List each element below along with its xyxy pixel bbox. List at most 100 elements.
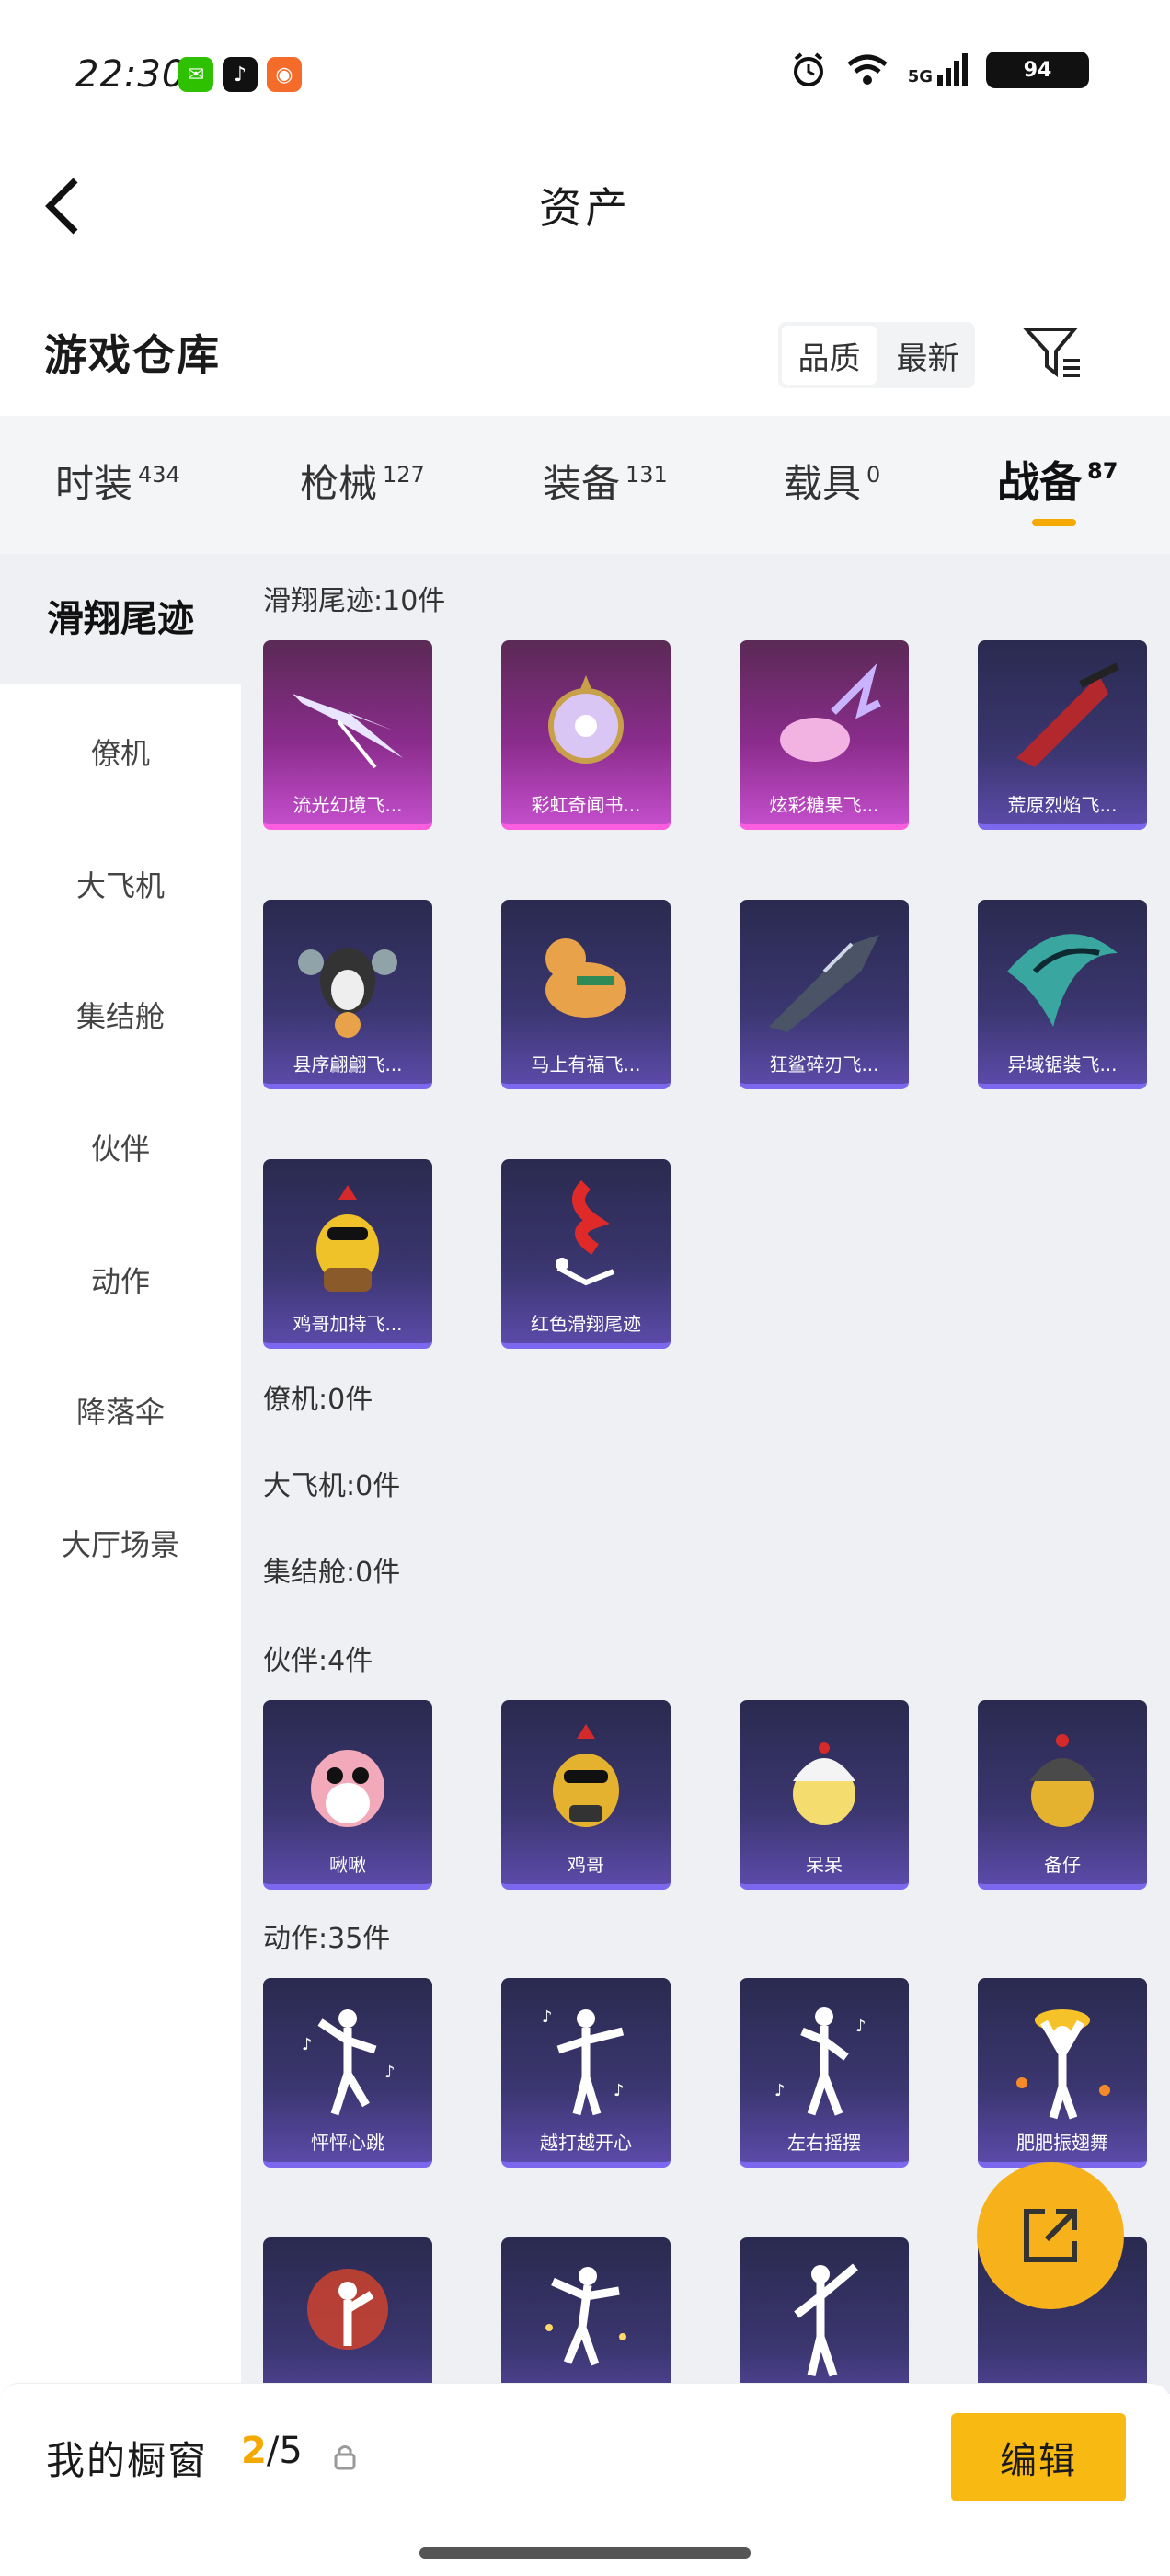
tab-battle-prep[interactable]: 战备 87	[997, 449, 1118, 510]
item-label: 彩虹奇闻书...	[531, 794, 641, 816]
tab-count: 0	[866, 462, 881, 488]
dancer-icon: ♪♪	[774, 2007, 866, 2116]
external-link-icon	[1024, 2209, 1077, 2262]
showcase-total: /5	[266, 2430, 303, 2472]
item-card[interactable]: ♪ ♪ 越打越开心	[501, 1978, 671, 2168]
item-card[interactable]: 彩虹奇闻书...	[501, 640, 671, 830]
group-title-glide: 滑翔尾迹:10件	[263, 585, 446, 617]
item-label: 鸡哥加持飞...	[292, 1313, 403, 1335]
item-card[interactable]: 鸡哥	[501, 1700, 671, 1890]
sidebar-item-plane[interactable]: 大飞机	[0, 863, 241, 905]
sidebar-item-wingman[interactable]: 僚机	[0, 730, 241, 773]
item-card[interactable]	[740, 2237, 909, 2394]
item-card[interactable]: 红色滑翔尾迹	[501, 1159, 671, 1349]
lock-icon	[334, 2445, 356, 2470]
tab-label: 装备	[543, 461, 621, 506]
home-indicator[interactable]	[419, 2547, 751, 2559]
sort-newest-button[interactable]: 最新	[880, 322, 975, 388]
item-label: 怦怦心跳	[311, 2132, 384, 2154]
sidebar-item-glide-trail[interactable]: 滑翔尾迹	[0, 554, 241, 684]
sidebar-item-lobby-scene[interactable]: 大厅场景	[0, 1522, 241, 1564]
page-title: 资产	[539, 183, 631, 233]
item-card[interactable]: 呆呆	[740, 1700, 909, 1890]
item-label: 马上有福飞...	[531, 1053, 641, 1075]
item-label: 红色滑翔尾迹	[531, 1313, 641, 1335]
showcase-label: 我的橱窗	[46, 2438, 209, 2483]
item-card[interactable]: ♪ ♪ 左右摇摆	[740, 1978, 909, 2168]
item-content: 滑翔尾迹:10件 流光幻境飞... 彩虹奇闻书... 炫彩糖果飞... 荒原烈焰…	[241, 554, 1170, 2394]
wechat-icon: ✉	[178, 57, 213, 92]
penguin-icon	[298, 948, 397, 1038]
item-card[interactable]	[263, 2237, 432, 2394]
candy-icon	[780, 662, 881, 762]
dancer-icon: ♪♪	[542, 2007, 625, 2116]
flame-dancer-icon	[307, 2269, 388, 2350]
filter-button[interactable]	[1022, 322, 1084, 383]
item-card[interactable]: 肥肥振翅舞	[978, 1978, 1147, 2168]
sidebar-item-partner[interactable]: 伙伴	[0, 1126, 241, 1168]
item-card[interactable]: 狂鲨碎刃飞...	[740, 900, 909, 1089]
item-label: 肥肥振翅舞	[1016, 2132, 1108, 2154]
filter-icon	[1022, 328, 1080, 378]
alarm-icon	[793, 52, 823, 86]
item-card[interactable]: 备仔	[978, 1700, 1147, 1890]
sidebar-item-parachute[interactable]: 降落伞	[0, 1389, 241, 1432]
svg-text:♪: ♪	[614, 2081, 625, 2100]
battery-indicator: 94	[986, 52, 1089, 88]
item-card[interactable]: 鸡哥加持飞...	[263, 1159, 432, 1349]
section-title: 游戏仓库	[44, 330, 221, 380]
chicken-icon	[316, 1185, 379, 1292]
alien-wing-icon	[1007, 934, 1118, 1027]
item-card[interactable]: ♪ ♪ 怦怦心跳	[263, 1978, 432, 2168]
chick-egg-icon	[793, 1742, 855, 1825]
blade-icon	[1016, 662, 1119, 767]
tab-guns[interactable]: 枪械 127	[300, 453, 425, 509]
sort-quality-button[interactable]: 品质	[782, 326, 877, 385]
item-card[interactable]: 流光幻境飞...	[263, 640, 432, 830]
item-card[interactable]: 异域锯装飞...	[978, 900, 1147, 1089]
item-label: 鸡哥	[568, 1854, 604, 1876]
share-fab-button[interactable]	[977, 2162, 1124, 2309]
chicken-sunglasses-icon	[553, 1724, 619, 1827]
svg-text:♪: ♪	[542, 2007, 553, 2027]
sort-toggle: 品质 最新	[778, 322, 975, 388]
item-card[interactable]: 荒原烈焰飞...	[978, 640, 1147, 830]
tab-label: 时装	[55, 461, 133, 506]
item-card[interactable]	[501, 2237, 671, 2394]
item-label: 异域锯装飞...	[1007, 1053, 1118, 1075]
tab-equipment[interactable]: 装备 131	[543, 453, 668, 509]
svg-text:♪: ♪	[855, 2017, 866, 2036]
item-card[interactable]: 马上有福飞...	[501, 900, 671, 1089]
edit-button[interactable]: 编辑	[951, 2413, 1126, 2501]
item-label: 左右摇摆	[787, 2132, 861, 2154]
signal-icon: 5G	[908, 53, 968, 86]
group-title-wingman: 僚机:0件	[263, 1384, 373, 1416]
tab-count: 87	[1087, 458, 1118, 484]
sidebar-item-emote[interactable]: 动作	[0, 1259, 241, 1301]
item-label: 荒原烈焰飞...	[1007, 794, 1118, 816]
bottom-bar: 我的橱窗 2/5 编辑	[0, 2383, 1170, 2576]
group-title-pod: 集结舱:0件	[263, 1557, 401, 1589]
svg-text:♪: ♪	[774, 2081, 786, 2100]
tab-fashion[interactable]: 时装 434	[55, 453, 180, 509]
tab-label: 载具	[784, 461, 862, 506]
sidebar: 滑翔尾迹 僚机 大飞机 集结舱 伙伴 动作 降落伞 大厅场景	[0, 554, 241, 2394]
item-card[interactable]: 炫彩糖果飞...	[740, 640, 909, 830]
item-label: 啾啾	[329, 1854, 366, 1876]
status-time: 22:30	[75, 53, 187, 96]
dancer-icon: ♪♪	[302, 2009, 396, 2116]
group-title-plane: 大飞机:0件	[263, 1470, 401, 1502]
tab-vehicles[interactable]: 载具 0	[784, 453, 880, 509]
active-tab-indicator	[1032, 519, 1076, 526]
item-label: 县序翩翩飞...	[292, 1053, 403, 1075]
sidebar-item-pod[interactable]: 集结舱	[0, 994, 241, 1036]
group-title-partner: 伙伴:4件	[263, 1645, 373, 1677]
svg-text:♪: ♪	[384, 2063, 396, 2082]
item-card[interactable]: 啾啾	[263, 1700, 432, 1890]
tab-count: 127	[383, 462, 425, 488]
horse-icon	[545, 938, 626, 1018]
item-card[interactable]: 县序翩翩飞...	[263, 900, 432, 1089]
item-label: 狂鲨碎刃飞...	[769, 1053, 879, 1075]
red-smoke-icon	[556, 1180, 615, 1286]
dancer-icon	[794, 2263, 858, 2377]
